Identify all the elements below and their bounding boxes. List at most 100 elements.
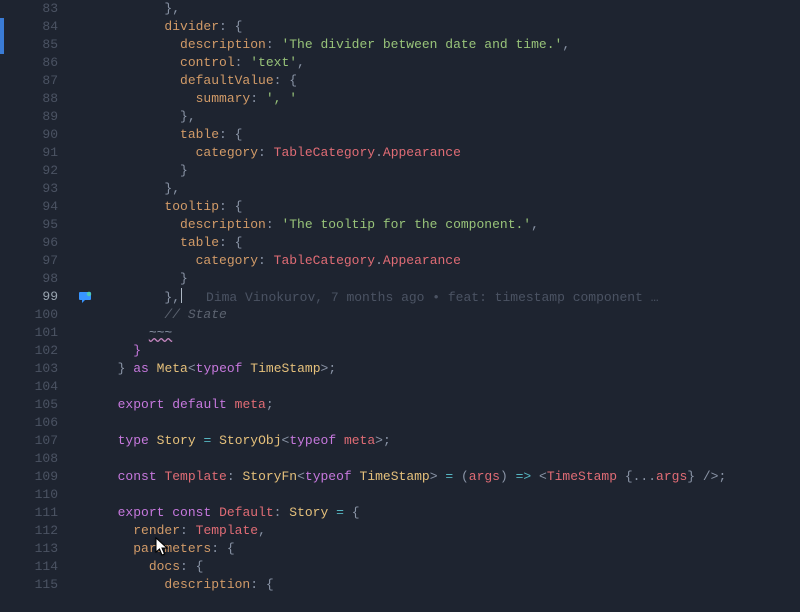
text-caret — [181, 288, 182, 303]
code-line[interactable]: 112 render: Template, — [0, 522, 800, 540]
code-content[interactable]: table: { — [102, 234, 800, 252]
line-number: 87 — [0, 72, 76, 90]
gutter-decoration — [76, 324, 102, 342]
code-line[interactable]: 102 } — [0, 342, 800, 360]
gutter-decoration — [76, 540, 102, 558]
code-line[interactable]: 92 } — [0, 162, 800, 180]
gutter-decoration — [76, 72, 102, 90]
line-number: 98 — [0, 270, 76, 288]
code-line[interactable]: 105 export default meta; — [0, 396, 800, 414]
code-line[interactable]: 98 } — [0, 270, 800, 288]
line-number: 104 — [0, 378, 76, 396]
code-line[interactable]: 85 description: 'The divider between dat… — [0, 36, 800, 54]
code-content[interactable]: parameters: { — [102, 540, 800, 558]
comment-thread-icon[interactable] — [78, 290, 92, 304]
code-content[interactable]: } — [102, 342, 800, 360]
code-content[interactable]: } as Meta<typeof TimeStamp>; — [102, 360, 800, 378]
line-number: 97 — [0, 252, 76, 270]
code-line[interactable]: 111 export const Default: Story = { — [0, 504, 800, 522]
code-line[interactable]: 110 — [0, 486, 800, 504]
line-number: 105 — [0, 396, 76, 414]
gutter-decoration — [76, 216, 102, 234]
gutter-decoration — [76, 504, 102, 522]
gutter-decoration — [76, 90, 102, 108]
code-line[interactable]: 87 defaultValue: { — [0, 72, 800, 90]
gutter-decoration — [76, 486, 102, 504]
line-number: 89 — [0, 108, 76, 126]
gutter-decoration — [76, 522, 102, 540]
code-content[interactable]: defaultValue: { — [102, 72, 800, 90]
code-content[interactable]: export default meta; — [102, 396, 800, 414]
code-line[interactable]: 115 description: { — [0, 576, 800, 594]
gutter-decoration — [76, 576, 102, 594]
gutter-decoration — [76, 252, 102, 270]
line-number: 91 — [0, 144, 76, 162]
code-content[interactable] — [102, 414, 800, 432]
code-line[interactable]: 97 category: TableCategory.Appearance — [0, 252, 800, 270]
code-line[interactable]: 101 ~~~ — [0, 324, 800, 342]
code-line[interactable]: 113 parameters: { — [0, 540, 800, 558]
code-content[interactable]: control: 'text', — [102, 54, 800, 72]
line-number: 102 — [0, 342, 76, 360]
code-content[interactable]: summary: ', ' — [102, 90, 800, 108]
code-content[interactable] — [102, 378, 800, 396]
code-content[interactable]: } — [102, 162, 800, 180]
code-line[interactable]: 96 table: { — [0, 234, 800, 252]
gutter-decoration — [76, 144, 102, 162]
code-content[interactable]: description: 'The divider between date a… — [102, 36, 800, 54]
code-content[interactable]: category: TableCategory.Appearance — [102, 144, 800, 162]
code-content[interactable]: } — [102, 270, 800, 288]
code-line[interactable]: 89 }, — [0, 108, 800, 126]
code-line[interactable]: 94 tooltip: { — [0, 198, 800, 216]
code-content[interactable]: type Story = StoryObj<typeof meta>; — [102, 432, 800, 450]
code-content[interactable]: const Template: StoryFn<typeof TimeStamp… — [102, 468, 800, 486]
code-line[interactable]: 107 type Story = StoryObj<typeof meta>; — [0, 432, 800, 450]
code-content[interactable]: table: { — [102, 126, 800, 144]
code-content[interactable]: description: 'The tooltip for the compon… — [102, 216, 800, 234]
code-content[interactable]: export const Default: Story = { — [102, 504, 800, 522]
code-line[interactable]: 104 — [0, 378, 800, 396]
code-content[interactable] — [102, 486, 800, 504]
code-content[interactable]: }, — [102, 0, 800, 18]
code-line[interactable]: 100 // State — [0, 306, 800, 324]
code-line[interactable]: 86 control: 'text', — [0, 54, 800, 72]
git-blame-annotation[interactable]: Dima Vinokurov, 7 months ago • feat: tim… — [206, 290, 658, 305]
gutter-decoration — [76, 54, 102, 72]
code-content[interactable]: divider: { — [102, 18, 800, 36]
code-line[interactable]: 103 } as Meta<typeof TimeStamp>; — [0, 360, 800, 378]
line-number: 108 — [0, 450, 76, 468]
line-number: 115 — [0, 576, 76, 594]
code-content[interactable] — [102, 450, 800, 468]
code-content[interactable]: tooltip: { — [102, 198, 800, 216]
line-number: 96 — [0, 234, 76, 252]
code-line[interactable]: 95 description: 'The tooltip for the com… — [0, 216, 800, 234]
code-line[interactable]: 93 }, — [0, 180, 800, 198]
code-line[interactable]: 99 },Dima Vinokurov, 7 months ago • feat… — [0, 288, 800, 306]
code-content[interactable]: }, — [102, 108, 800, 126]
code-line[interactable]: 91 category: TableCategory.Appearance — [0, 144, 800, 162]
code-line[interactable]: 108 — [0, 450, 800, 468]
gutter-decoration — [76, 432, 102, 450]
code-content[interactable]: description: { — [102, 576, 800, 594]
code-line[interactable]: 88 summary: ', ' — [0, 90, 800, 108]
code-content[interactable]: ~~~ — [102, 324, 800, 342]
code-content[interactable]: category: TableCategory.Appearance — [102, 252, 800, 270]
code-editor[interactable]: 83 },84 divider: {85 description: 'The d… — [0, 0, 800, 594]
code-line[interactable]: 90 table: { — [0, 126, 800, 144]
code-content[interactable]: render: Template, — [102, 522, 800, 540]
line-number: 113 — [0, 540, 76, 558]
code-line[interactable]: 84 divider: { — [0, 18, 800, 36]
code-line[interactable]: 106 — [0, 414, 800, 432]
line-number: 95 — [0, 216, 76, 234]
code-content[interactable]: },Dima Vinokurov, 7 months ago • feat: t… — [102, 288, 800, 306]
gutter-decoration — [76, 162, 102, 180]
code-content[interactable]: docs: { — [102, 558, 800, 576]
gutter-decoration — [76, 396, 102, 414]
code-content[interactable]: // State — [102, 306, 800, 324]
code-content[interactable]: }, — [102, 180, 800, 198]
line-number: 99 — [0, 288, 76, 306]
code-line[interactable]: 109 const Template: StoryFn<typeof TimeS… — [0, 468, 800, 486]
gutter-decoration — [76, 108, 102, 126]
code-line[interactable]: 114 docs: { — [0, 558, 800, 576]
code-line[interactable]: 83 }, — [0, 0, 800, 18]
